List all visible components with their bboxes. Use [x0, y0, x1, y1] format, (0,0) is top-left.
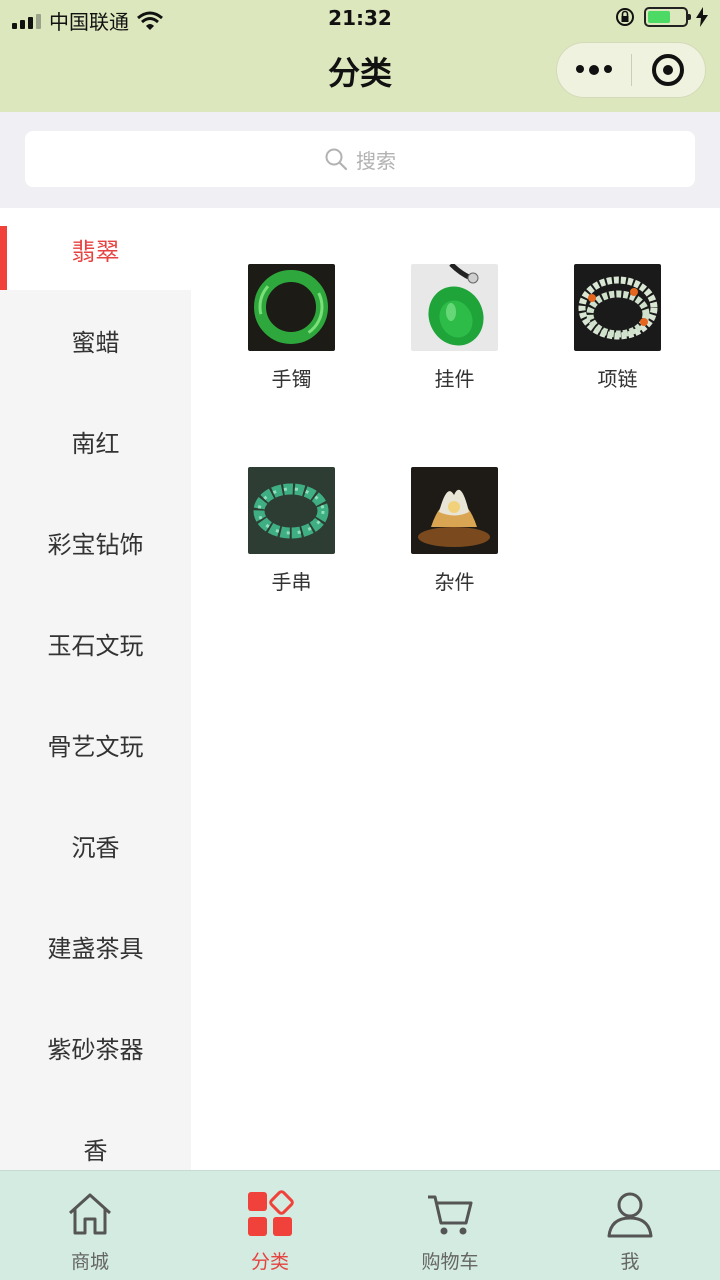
- status-right: [614, 6, 708, 28]
- subcategory-label: 挂件: [434, 367, 475, 391]
- more-icon: [575, 65, 612, 75]
- search-area: 搜索: [0, 112, 720, 208]
- sidebar-item-label: 紫砂茶器: [47, 1036, 144, 1064]
- category-icon: [248, 1190, 294, 1236]
- sidebar-item-label: 彩宝钻饰: [47, 531, 144, 559]
- bottom-tab-bar: 商城 分类 购物车 我: [0, 1170, 720, 1280]
- sidebar-item-yushi[interactable]: 玉石文玩: [0, 593, 191, 694]
- sidebar-item-label: 骨艺文玩: [47, 733, 144, 761]
- sidebar-item-label: 翡翠: [71, 237, 120, 266]
- subcategory-label: 项链: [597, 367, 638, 391]
- tab-label: 商城: [70, 1251, 109, 1273]
- sidebar-item-caibao[interactable]: 彩宝钻饰: [0, 492, 191, 593]
- search-icon: [325, 148, 348, 171]
- sidebar-item-label: 南红: [71, 430, 120, 458]
- rotation-lock-icon: [616, 8, 634, 26]
- jade-necklace-image: [574, 264, 661, 351]
- battery-icon: [644, 7, 691, 27]
- status-time: 21:32: [328, 6, 392, 30]
- user-icon: [607, 1192, 653, 1238]
- sidebar-item-label: 香: [83, 1137, 108, 1165]
- subcategory-item-carving[interactable]: 杂件: [373, 467, 536, 670]
- close-target-icon: [652, 54, 685, 86]
- subcategory-item-bracelet[interactable]: 手串: [210, 467, 373, 670]
- tab-category[interactable]: 分类: [180, 1171, 360, 1280]
- sidebar-item-guyi[interactable]: 骨艺文玩: [0, 694, 191, 795]
- sidebar-item-label: 建盏茶具: [47, 935, 144, 963]
- sidebar-item-feicui[interactable]: 翡翠: [0, 208, 191, 290]
- sidebar-item-chenxiang[interactable]: 沉香: [0, 795, 191, 896]
- close-miniprogram-button[interactable]: [632, 43, 706, 97]
- subcategory-label: 杂件: [434, 570, 475, 594]
- cart-icon: [428, 1195, 473, 1235]
- subcategory-item-necklace[interactable]: 项链: [536, 264, 699, 467]
- tab-label: 分类: [250, 1251, 289, 1273]
- sidebar-item-nanhong[interactable]: 南红: [0, 391, 191, 492]
- miniprogram-capsule: [556, 42, 706, 98]
- charging-icon: [696, 7, 708, 27]
- home-icon: [68, 1193, 112, 1235]
- search-placeholder: 搜索: [356, 148, 396, 173]
- search-input[interactable]: 搜索: [25, 131, 695, 187]
- tab-label: 购物车: [421, 1251, 479, 1273]
- subcategory-grid: 手镯 挂件 项链 手串 杂件: [210, 264, 700, 670]
- sidebar-item-label: 蜜蜡: [71, 329, 120, 357]
- sidebar-item-label: 玉石文玩: [47, 632, 144, 660]
- subcategory-item-pendant[interactable]: 挂件: [373, 264, 536, 467]
- jade-carving-image: [411, 467, 498, 554]
- tab-home[interactable]: 商城: [0, 1171, 180, 1280]
- top-bar: 中国联通 21:32 分类: [0, 0, 720, 112]
- status-bar: 中国联通 21:32: [0, 0, 720, 36]
- tab-label: 我: [620, 1251, 640, 1273]
- jade-pendant-image: [411, 264, 498, 351]
- sidebar-item-xiang[interactable]: 香: [0, 1098, 191, 1170]
- sidebar-item-jianzhan[interactable]: 建盏茶具: [0, 896, 191, 997]
- sidebar-item-zisha[interactable]: 紫砂茶器: [0, 997, 191, 1098]
- jade-bead-bracelet-image: [248, 467, 335, 554]
- tab-me[interactable]: 我: [540, 1171, 720, 1280]
- subcategory-label: 手串: [271, 570, 312, 594]
- more-button[interactable]: [557, 43, 631, 97]
- subcategory-label: 手镯: [271, 367, 312, 391]
- subcategory-item-bangle[interactable]: 手镯: [210, 264, 373, 467]
- sidebar-item-mila[interactable]: 蜜蜡: [0, 290, 191, 391]
- category-sidebar: 翡翠 蜜蜡 南红 彩宝钻饰 玉石文玩 骨艺文玩 沉香 建盏茶具 紫砂茶器 香: [0, 208, 191, 1170]
- jade-bangle-image: [248, 264, 335, 351]
- sidebar-item-label: 沉香: [71, 834, 120, 862]
- tab-cart[interactable]: 购物车: [360, 1171, 540, 1280]
